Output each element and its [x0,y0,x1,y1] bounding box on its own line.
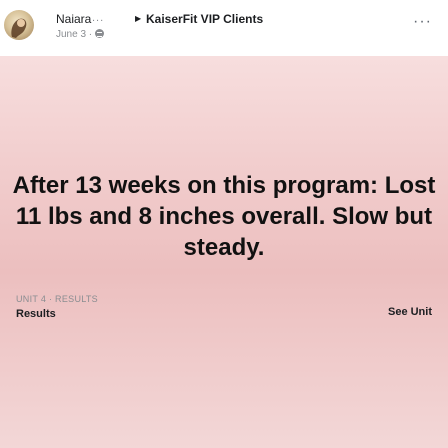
post-header: Naiara ... ▶ KaiserFit VIP Clients June … [0,0,448,56]
more-options-icon[interactable]: ··· [413,14,432,30]
author-name[interactable]: Naiara [56,12,91,26]
group-caret-icon: ▶ [135,14,142,23]
unit-title: Results [16,308,56,320]
post-message: After 13 weeks on this program: Lost 11 … [12,172,436,261]
post-meta: June 3 · [56,29,105,40]
author-ellipsis: ... [92,12,105,24]
post-date[interactable]: June 3 · [56,29,92,40]
see-unit-button[interactable]: See Unit [388,306,432,318]
globe-icon [95,29,105,38]
profile-photo-icon [11,18,27,38]
unit-label: UNIT 4 · RESULTS [16,294,98,304]
avatar[interactable] [4,10,34,40]
group-name-link[interactable]: KaiserFit VIP Clients [146,12,263,26]
